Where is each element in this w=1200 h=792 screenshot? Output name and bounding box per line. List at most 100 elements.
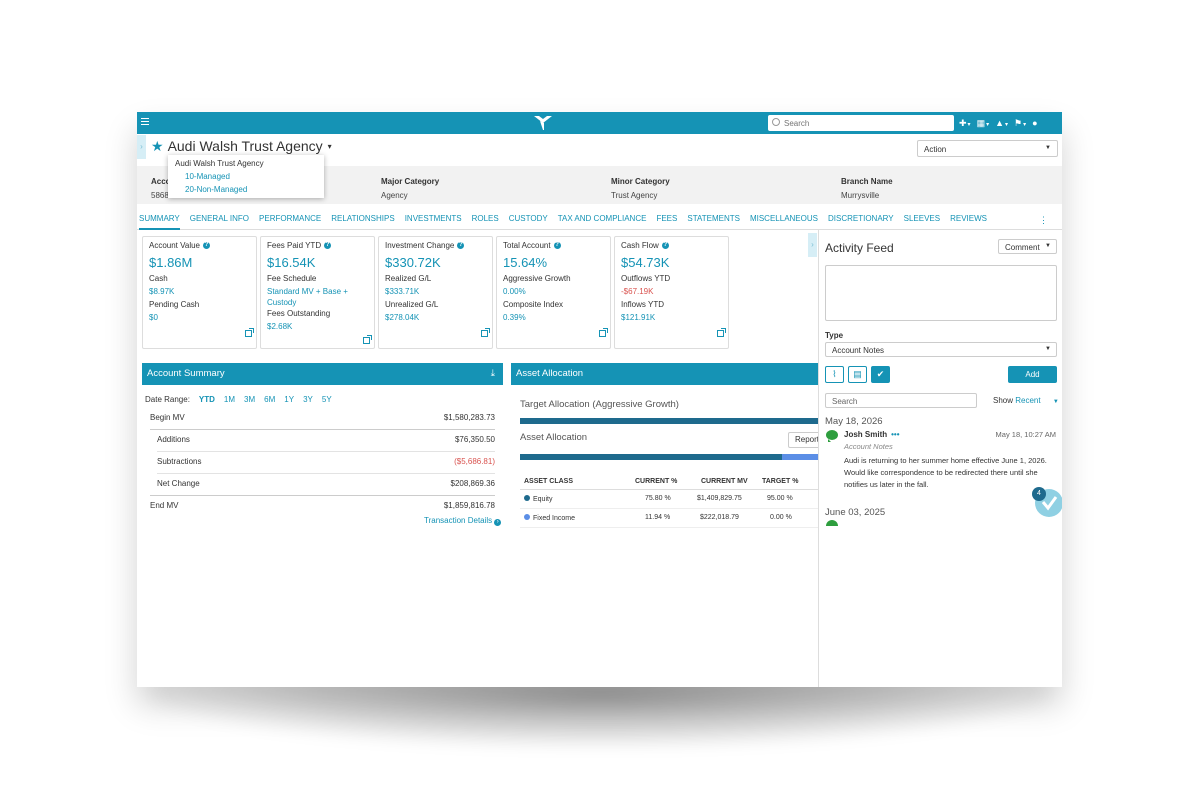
page-title[interactable]: Audi Walsh Trust Agency <box>168 138 323 154</box>
card-sub-value[interactable]: $8.97K <box>149 287 250 296</box>
card-sub-value[interactable]: $2.68K <box>267 322 368 331</box>
card-label: Total Account <box>503 241 551 250</box>
range-3m[interactable]: 3M <box>244 395 255 404</box>
more-options-icon[interactable]: ⋮ <box>1039 215 1048 226</box>
card-cash-flow: Cash Flow? $54.73K Outflows YTD -$67.19K… <box>614 236 729 349</box>
comment-textarea[interactable] <box>825 265 1057 321</box>
range-6m[interactable]: 6M <box>264 395 275 404</box>
more-icon[interactable]: ••• <box>891 430 899 439</box>
task-button[interactable]: ✔ <box>871 366 890 383</box>
tab-sleeves[interactable]: SLEEVES <box>904 208 940 230</box>
type-select-value: Account Notes <box>832 346 885 355</box>
range-ytd[interactable]: YTD <box>199 395 215 404</box>
card-label: Investment Change <box>385 241 455 250</box>
chevron-down-icon[interactable]: ▾ <box>328 142 332 151</box>
tab-tax-and-compliance[interactable]: TAX AND COMPLIANCE <box>558 208 647 230</box>
range-3y[interactable]: 3Y <box>303 395 313 404</box>
show-label: Show <box>993 396 1014 405</box>
add-button[interactable]: Add <box>1008 366 1057 383</box>
card-sub-value[interactable]: Standard MV + Base + <box>267 287 368 296</box>
card-big-value: 15.64% <box>503 255 548 270</box>
activity-feed-toggle[interactable]: › <box>808 233 817 257</box>
card-sub-value[interactable]: $121.91K <box>621 313 722 322</box>
feed-item-type: Account Notes <box>844 442 893 451</box>
external-link-icon[interactable] <box>717 328 726 337</box>
show-filter[interactable]: Show Recent ▼ <box>993 396 1059 405</box>
tab-relationships[interactable]: RELATIONSHIPS <box>331 208 394 230</box>
tab-statements[interactable]: STATEMENTS <box>687 208 740 230</box>
help-icon[interactable]: ? <box>661 242 669 249</box>
flag-icon[interactable]: ⚑▾ <box>1014 118 1026 129</box>
tab-miscellaneous[interactable]: MISCELLANEOUS <box>750 208 818 230</box>
left-panel-toggle[interactable]: › <box>137 135 146 159</box>
summary-row-additions: Additions $76,350.50 <box>157 435 495 444</box>
tab-general-info[interactable]: GENERAL INFO <box>190 208 249 230</box>
feed-date-header: May 18, 2026 <box>825 416 883 427</box>
external-link-icon[interactable] <box>245 328 254 337</box>
external-link-icon[interactable] <box>599 328 608 337</box>
card-sub-value[interactable]: 0.00% <box>503 287 604 296</box>
range-1y[interactable]: 1Y <box>284 395 294 404</box>
help-icon[interactable]: ? <box>203 242 210 249</box>
external-link-icon[interactable] <box>481 328 490 337</box>
calendar-icon[interactable]: ▦▾ <box>977 118 990 129</box>
card-sub-value[interactable]: $333.71K <box>385 287 486 296</box>
external-link-icon[interactable] <box>363 335 372 344</box>
card-sub-value[interactable]: $0 <box>149 313 250 322</box>
tab-fees[interactable]: FEES <box>656 208 677 230</box>
table-header: ASSET CLASS CURRENT % CURRENT MV TARGET … <box>520 474 820 490</box>
user-icon[interactable]: ● <box>1032 118 1037 128</box>
row-value: $208,869.36 <box>450 479 496 488</box>
col-asset-class[interactable]: ASSET CLASS <box>524 478 573 485</box>
attach-button[interactable]: ⌇ <box>825 366 844 383</box>
help-icon[interactable]: ? <box>553 242 561 249</box>
plus-icon[interactable]: ✚▾ <box>959 118 971 129</box>
tab-custody[interactable]: CUSTODY <box>509 208 548 230</box>
range-1m[interactable]: 1M <box>224 395 235 404</box>
tab-summary[interactable]: SUMMARY <box>139 208 180 230</box>
tab-investments[interactable]: INVESTMENTS <box>405 208 462 230</box>
tab-roles[interactable]: ROLES <box>472 208 499 230</box>
col-current-pct[interactable]: CURRENT % <box>635 478 677 485</box>
help-icon[interactable]: ? <box>324 242 332 249</box>
dropdown-option-managed[interactable]: 10-Managed <box>185 172 230 181</box>
col-current-mv[interactable]: CURRENT MV <box>701 478 748 485</box>
star-icon[interactable]: ★ <box>151 138 164 155</box>
global-search-input[interactable] <box>784 116 949 130</box>
download-icon[interactable]: ⤓ <box>491 363 495 385</box>
info-value: Murrysville <box>841 191 880 200</box>
dropdown-option-non-managed[interactable]: 20-Non-Managed <box>185 185 247 194</box>
bell-icon[interactable]: ▲▾ <box>995 118 1008 128</box>
info-label: Major Category <box>381 177 440 186</box>
summary-row-begin-mv: Begin MV $1,580,283.73 <box>150 413 495 422</box>
row-pct: 11.94 % <box>645 514 671 521</box>
allocation-bar-equity <box>520 454 782 460</box>
card-sub-value[interactable]: 0.39% <box>503 313 604 322</box>
info-label: Branch Name <box>841 177 893 186</box>
menu-icon[interactable] <box>141 118 149 125</box>
dropdown-header: Audi Walsh Trust Agency <box>175 159 264 168</box>
calendar-button[interactable]: ▤ <box>848 366 867 383</box>
table-row: Fixed Income 11.94 % $222,018.79 0.00 % <box>520 510 820 528</box>
feed-item-author[interactable]: Josh Smith ••• <box>844 430 900 439</box>
transaction-details-link[interactable]: Transaction Details › <box>424 516 502 526</box>
comment-type-select[interactable]: Comment ▼ <box>998 239 1057 254</box>
tab-discretionary[interactable]: DISCRETIONARY <box>828 208 894 230</box>
action-select[interactable]: Action ▼ <box>917 140 1058 157</box>
feed-search-input[interactable]: Search <box>825 393 977 408</box>
activity-feed: Activity Feed Comment ▼ Type Account Not… <box>818 230 1062 687</box>
range-5y[interactable]: 5Y <box>322 395 332 404</box>
feed-item-text: Audi is returning to her summer home eff… <box>844 456 1047 489</box>
tab-performance[interactable]: PERFORMANCE <box>259 208 321 230</box>
type-select[interactable]: Account Notes ▼ <box>825 342 1057 357</box>
col-target-pct[interactable]: TARGET % <box>762 478 798 485</box>
chevron-down-icon: ▼ <box>1052 399 1059 405</box>
global-search[interactable] <box>768 115 954 131</box>
divider <box>150 495 495 496</box>
card-sub-value-cont[interactable]: Custody <box>267 298 368 307</box>
card-sub-value[interactable]: $278.04K <box>385 313 486 322</box>
comment-icon <box>826 520 838 526</box>
help-icon[interactable]: ? <box>457 242 465 249</box>
card-sub-value[interactable]: -$67.19K <box>621 287 722 296</box>
tab-reviews[interactable]: REVIEWS <box>950 208 987 230</box>
